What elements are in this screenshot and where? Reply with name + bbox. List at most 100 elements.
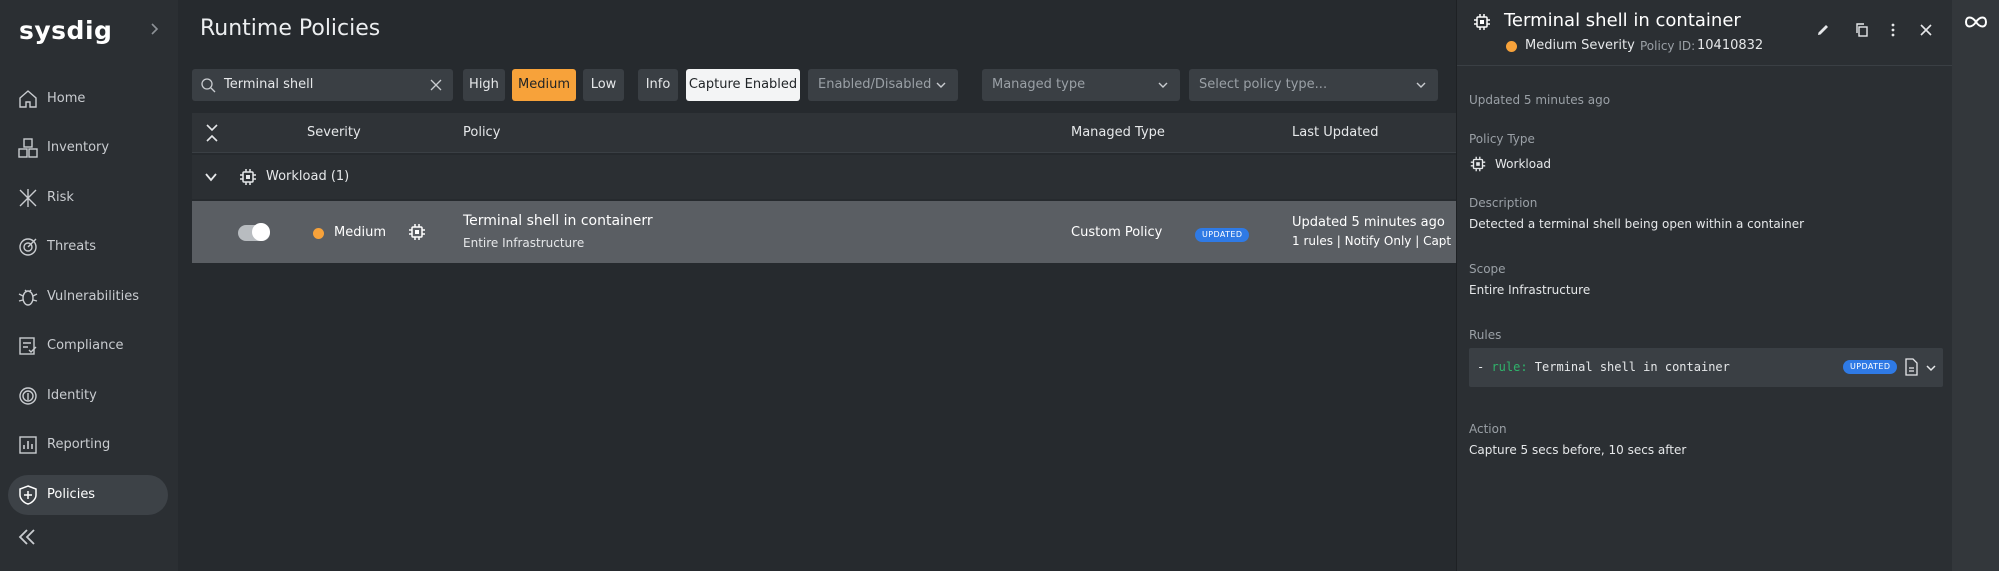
more-options-icon[interactable] [1885,22,1901,38]
main-content: Runtime Policies Terminal shell High Med… [178,0,1456,571]
sidebar-item-label: Risk [47,190,74,205]
policy-summary: 1 rules | Notify Only | Capt [1292,234,1452,248]
updated-badge: UPDATED [1195,228,1250,242]
edit-icon[interactable] [1815,22,1831,38]
filter-info[interactable]: Info [638,69,678,101]
severity-dot [1506,41,1517,52]
sidebar-item-risk[interactable]: Risk [8,178,168,218]
table-row[interactable]: Medium Terminal shell in containerr Enti… [192,201,1456,263]
chip-icon [409,224,425,240]
action-value: Capture 5 secs before, 10 secs after [1469,443,1687,457]
sidebar-item-label: Vulnerabilities [47,289,139,304]
policy-type-label: Policy Type [1469,132,1535,146]
threats-icon [19,238,37,256]
collapse-sidebar-icon[interactable] [16,526,38,548]
rule-value: Terminal shell in container [1527,360,1730,374]
column-last-updated[interactable]: Last Updated [1292,125,1379,140]
sidebar-item-identity[interactable]: Identity [8,376,168,416]
chevron-down-icon[interactable] [203,169,219,185]
sidebar-item-vulnerabilities[interactable]: Vulnerabilities [8,277,168,317]
sidebar-item-reporting[interactable]: Reporting [8,425,168,465]
chevron-down-icon [1158,82,1168,88]
panel-title: Terminal shell in container [1504,10,1741,31]
sidebar-item-home[interactable]: Home [8,79,168,119]
panel-updated: Updated 5 minutes ago [1469,93,1611,107]
chevron-down-icon [936,82,946,88]
duplicate-icon[interactable] [1854,22,1870,38]
scope-label: Scope [1469,262,1506,276]
column-severity[interactable]: Severity [307,125,361,140]
logo: sysdig [19,16,113,45]
close-icon[interactable] [1918,22,1934,38]
panel-severity: Medium Severity [1525,38,1635,53]
sidebar-item-label: Inventory [47,140,110,155]
search-icon [201,78,216,93]
group-label: Workload (1) [266,169,350,184]
description-value: Detected a terminal shell being open wit… [1469,217,1805,231]
policy-id-label: Policy ID: [1640,39,1696,53]
chevron-right-icon[interactable] [146,21,162,37]
description-label: Description [1469,196,1538,210]
severity-label: Medium [334,225,386,240]
action-label: Action [1469,422,1507,436]
bug-icon [18,289,38,306]
sidebar-item-label: Reporting [47,437,111,452]
rule-text: - rule: Terminal shell in container [1477,360,1730,374]
sidebar-item-compliance[interactable]: Compliance [8,326,168,366]
enabled-disabled-dropdown[interactable]: Enabled/Disabled [808,69,958,101]
sidebar-item-label: Threats [47,239,97,254]
reporting-icon [19,436,37,454]
logo-row: sysdig [0,12,178,48]
policy-id-value: 10410832 [1697,38,1764,53]
right-rail [1952,0,1999,571]
panel-header: Terminal shell in container Medium Sever… [1457,0,1953,66]
compliance-icon [19,337,37,355]
policy-detail-panel: Terminal shell in container Medium Sever… [1456,0,1953,571]
shield-icon [19,485,37,505]
column-policy[interactable]: Policy [463,125,500,140]
policy-type-dropdown[interactable]: Select policy type... [1189,69,1438,101]
search-value: Terminal shell [224,77,314,92]
severity-dot [313,228,324,239]
sidebar-item-policies[interactable]: Policies [8,475,168,515]
document-icon[interactable] [1903,358,1919,376]
managed-type: Custom Policy [1071,225,1163,240]
managed-type-dropdown[interactable]: Managed type [982,69,1180,101]
sidebar-item-inventory[interactable]: Inventory [8,128,168,168]
fingerprint-icon [19,387,37,405]
filter-toolbar: Terminal shell High Medium Low Info Capt… [192,69,1452,101]
group-row-workload[interactable]: Workload (1) [192,155,1456,199]
sidebar: sysdig Home Inventory Risk Threats Vulne… [0,0,178,571]
dropdown-label: Managed type [992,77,1086,92]
chip-icon [1470,156,1486,172]
policy-name[interactable]: Terminal shell in containerr [463,213,653,229]
close-icon[interactable] [428,77,444,93]
chip-icon [240,169,256,185]
rule-prefix: - [1477,360,1492,374]
risk-icon [19,189,37,207]
sidebar-item-label: Policies [47,487,96,502]
policy-scope: Entire Infrastructure [463,236,585,250]
search-input[interactable]: Terminal shell [192,69,453,101]
scope-value: Entire Infrastructure [1469,283,1591,297]
sidebar-item-label: Compliance [47,338,124,353]
toggle-knob [252,223,270,241]
filter-capture-enabled[interactable]: Capture Enabled [686,69,800,101]
dropdown-label: Enabled/Disabled [818,77,932,92]
home-icon [19,90,37,108]
infinity-icon[interactable] [1961,12,1991,32]
enabled-toggle[interactable] [238,223,270,241]
rules-label: Rules [1469,328,1502,342]
page-title: Runtime Policies [200,16,381,41]
filter-low[interactable]: Low [583,69,624,101]
sidebar-item-label: Home [47,91,86,106]
expand-collapse-all-icon[interactable] [203,123,221,143]
filter-medium[interactable]: Medium [512,69,576,101]
chevron-down-icon[interactable] [1925,362,1937,374]
sidebar-item-threats[interactable]: Threats [8,227,168,267]
filter-high[interactable]: High [463,69,505,101]
sidebar-item-label: Identity [47,388,97,403]
rule-item[interactable]: - rule: Terminal shell in container UPDA… [1469,348,1943,387]
column-managed-type[interactable]: Managed Type [1071,125,1165,140]
dropdown-label: Select policy type... [1199,77,1328,92]
